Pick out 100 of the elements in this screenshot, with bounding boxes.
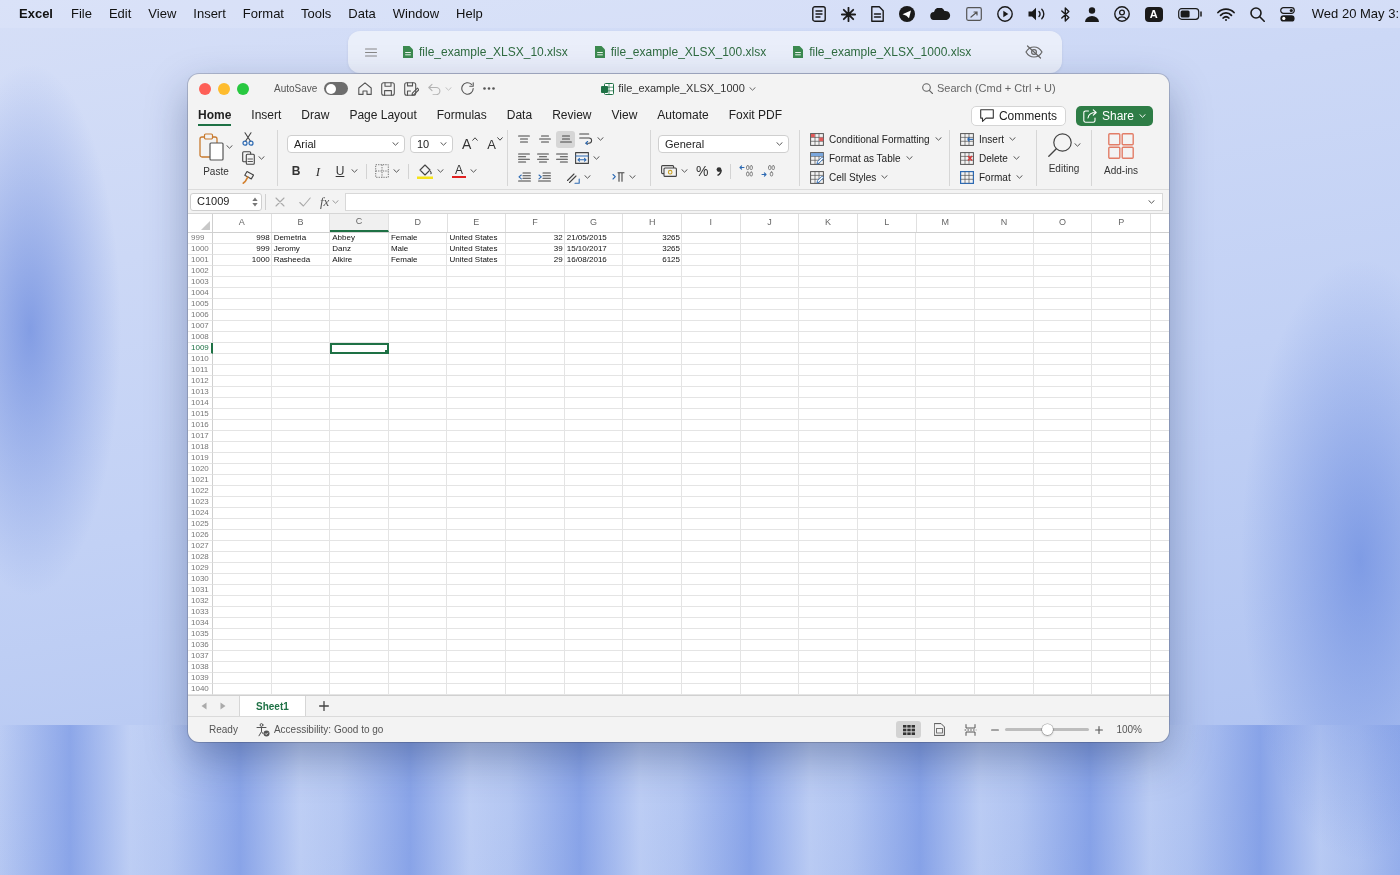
person-icon[interactable] (1084, 6, 1099, 22)
caret-icon[interactable] (1009, 137, 1016, 141)
search-field[interactable]: Search (Cmd + Ctrl + U) (922, 80, 1061, 97)
close-icon[interactable] (199, 82, 211, 95)
caret-icon[interactable] (440, 142, 447, 146)
row-header[interactable]: 1040 (188, 684, 213, 695)
row-header[interactable]: 999 (188, 233, 213, 244)
caret-icon[interactable] (1148, 199, 1155, 204)
comma-style-icon[interactable] (716, 166, 723, 176)
menu-item[interactable]: Insert (193, 4, 226, 24)
accessibility-status[interactable]: Accessibility: Good to go (255, 722, 384, 737)
ribbon-menu-button[interactable]: Cell Styles (810, 169, 889, 185)
cancel-icon[interactable] (275, 196, 285, 207)
caret-icon[interactable] (748, 86, 756, 91)
more-icon[interactable] (483, 87, 496, 90)
scissors-icon[interactable] (242, 132, 254, 146)
caret-icon[interactable] (593, 156, 600, 160)
ribbon-tab[interactable]: View (611, 105, 638, 126)
caret-icon[interactable] (681, 169, 688, 173)
align-left-icon[interactable] (518, 153, 530, 163)
align-right-icon[interactable] (556, 153, 568, 163)
decrease-indent-icon[interactable] (518, 172, 531, 182)
column-header[interactable]: J (740, 214, 800, 232)
formula-field[interactable] (345, 192, 1163, 211)
battery-icon[interactable] (1177, 8, 1202, 20)
font-size-select[interactable]: 10 (410, 135, 453, 153)
caret-icon[interactable] (258, 156, 265, 160)
borders-icon[interactable] (375, 164, 389, 178)
caret-icon[interactable] (393, 169, 400, 173)
user-circle-icon[interactable] (1113, 6, 1130, 22)
column-header[interactable]: L (857, 214, 917, 232)
search-icon[interactable] (1249, 6, 1265, 22)
eye-slash-icon[interactable] (1025, 45, 1043, 59)
ribbon-tab[interactable]: Review (552, 105, 592, 126)
ribbon-tab[interactable]: Insert (251, 105, 282, 126)
column-header[interactable]: H (623, 214, 682, 232)
notes-icon[interactable] (811, 6, 826, 22)
zoom-out-icon[interactable] (991, 728, 1000, 731)
font-color-button[interactable]: A (452, 164, 466, 178)
caret-icon[interactable] (629, 175, 636, 179)
number-format-select[interactable]: General (658, 135, 789, 153)
wrap-text-icon[interactable] (579, 133, 593, 145)
caret-icon[interactable] (776, 142, 783, 146)
column-header[interactable]: E (447, 214, 507, 232)
accounting-icon[interactable] (661, 165, 677, 177)
percent-button[interactable]: % (696, 160, 709, 182)
menu-item[interactable]: Help (456, 4, 483, 24)
insert-function-button[interactable]: fx (320, 191, 330, 212)
paintbrush-icon[interactable] (242, 170, 255, 184)
add-ins-button[interactable]: Add-ins (1104, 133, 1138, 186)
file-tab[interactable]: file_example_XLSX_10.xlsx (403, 43, 568, 61)
grow-font-button[interactable]: A (462, 136, 479, 152)
column-header[interactable]: N (975, 214, 1034, 232)
column-header[interactable]: P (1092, 214, 1151, 232)
slider-thumb[interactable] (1041, 724, 1053, 735)
save-icon[interactable] (381, 81, 396, 96)
caret-icon[interactable] (437, 169, 444, 173)
wifi-icon[interactable] (1216, 7, 1235, 21)
font-select[interactable]: Arial (287, 135, 405, 153)
stepper-icon[interactable] (252, 196, 258, 207)
menu-item[interactable]: File (71, 4, 92, 24)
copy-icon[interactable] (242, 151, 255, 165)
column-header[interactable]: M (916, 214, 976, 232)
row-header[interactable]: 1014 (188, 398, 213, 409)
zoom-in-icon[interactable] (1095, 725, 1104, 734)
caret-icon[interactable] (905, 156, 913, 160)
toggles-icon[interactable] (1279, 6, 1295, 22)
ribbon-tab[interactable]: Home (198, 105, 232, 126)
column-header[interactable]: K (799, 214, 858, 232)
asterisk-icon[interactable] (840, 6, 856, 22)
ribbon-tab[interactable]: Data (506, 105, 533, 126)
merge-cells-icon[interactable] (575, 152, 589, 164)
add-sheet-icon[interactable] (318, 701, 329, 711)
menu-item[interactable]: Tools (301, 4, 332, 24)
ribbon-tab[interactable]: Foxit PDF (728, 105, 782, 126)
caret-icon[interactable] (597, 137, 604, 141)
save-edit-icon[interactable] (404, 81, 420, 96)
menu-item[interactable]: Format (242, 4, 284, 24)
column-header[interactable]: G (564, 214, 624, 232)
menu-item[interactable]: Window (392, 4, 440, 24)
underline-button[interactable]: U (333, 163, 347, 179)
share-button[interactable]: Share (1075, 105, 1153, 126)
ribbon-menu-button[interactable]: Insert (960, 131, 1016, 147)
row-header[interactable]: 1017 (188, 431, 213, 442)
ribbon-tab[interactable]: Draw (301, 105, 330, 126)
redo-icon[interactable] (461, 82, 475, 95)
menu-item[interactable]: View (148, 4, 177, 24)
name-box[interactable]: C1009 (190, 192, 262, 211)
autosave-toggle[interactable] (324, 82, 349, 95)
caret-icon[interactable] (1012, 156, 1020, 160)
check-icon[interactable] (299, 196, 311, 207)
paper-plane-icon[interactable] (898, 6, 915, 22)
play-icon[interactable] (996, 6, 1013, 22)
file-tab[interactable]: file_example_XLSX_100.xlsx (594, 43, 767, 61)
ribbon-tab[interactable]: Page Layout (349, 105, 417, 126)
editing-button[interactable]: Editing (1047, 133, 1081, 186)
ribbon-tab[interactable]: Automate (657, 105, 709, 126)
view-button[interactable] (896, 721, 922, 738)
column-header[interactable]: O (1033, 214, 1093, 232)
menu-item[interactable]: Data (348, 4, 376, 24)
